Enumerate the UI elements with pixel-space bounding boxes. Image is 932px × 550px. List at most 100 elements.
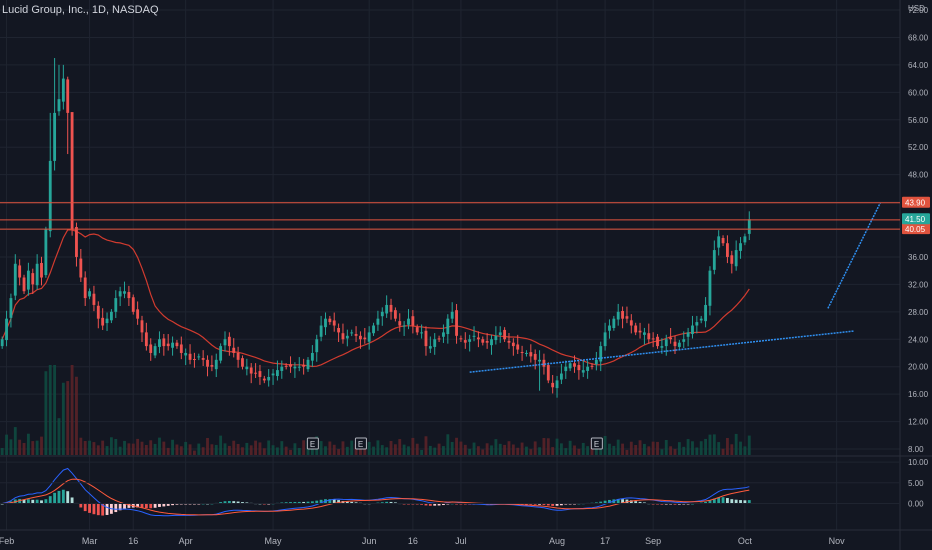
candle-body xyxy=(201,358,205,360)
volume-bar xyxy=(407,446,410,455)
candle-body xyxy=(96,305,100,319)
candle-body xyxy=(57,99,61,112)
candle-body xyxy=(188,353,192,360)
candle-body xyxy=(245,366,249,370)
candle-body xyxy=(53,112,57,161)
volume-bar xyxy=(481,449,485,455)
volume-bar xyxy=(472,442,476,455)
candle-body xyxy=(573,363,576,367)
volume-bar xyxy=(433,447,437,455)
earnings-marker-label: E xyxy=(594,440,599,449)
volume-bar xyxy=(18,439,22,455)
volume-bar xyxy=(149,440,153,455)
candle-body xyxy=(516,344,520,350)
volume-bar xyxy=(302,440,306,455)
volume-bar xyxy=(179,446,183,455)
candle-body xyxy=(599,346,603,362)
volume-bar xyxy=(459,441,463,455)
candle-body xyxy=(743,236,747,243)
candle-body xyxy=(695,322,699,326)
volume-bar xyxy=(31,441,35,455)
volume-bar xyxy=(341,441,345,455)
candle-body xyxy=(48,160,52,232)
volume-bar xyxy=(249,445,253,455)
volume-bar xyxy=(35,440,39,455)
candle-body xyxy=(629,320,633,326)
volume-bar xyxy=(664,440,668,455)
volume-bar xyxy=(428,445,432,455)
macd-histogram-bar xyxy=(61,489,65,504)
candle-body xyxy=(127,292,131,299)
volume-bar xyxy=(498,443,502,455)
candle-body xyxy=(297,366,301,368)
candle-body xyxy=(538,359,541,362)
macd-histogram-bar xyxy=(149,503,153,509)
x-axis-tick-label: 16 xyxy=(128,536,138,546)
volume-bar xyxy=(241,447,244,455)
candle-body xyxy=(380,311,384,317)
y-axis-tick-label: 60.00 xyxy=(908,88,929,97)
volume-bar xyxy=(503,444,507,455)
earnings-marker-label: E xyxy=(358,440,363,449)
chart-canvas[interactable]: 72.0068.0064.0060.0056.0052.0048.0044.00… xyxy=(0,0,932,550)
candle-body xyxy=(254,372,258,374)
volume-bar xyxy=(162,441,166,455)
candle-body xyxy=(328,318,332,323)
volume-bar xyxy=(293,443,297,455)
candle xyxy=(22,274,26,294)
volume-bar xyxy=(468,448,472,455)
volume-bar xyxy=(568,440,572,455)
candle-body xyxy=(214,359,218,370)
volume-bar xyxy=(184,441,188,455)
macd-histogram-bar xyxy=(92,503,96,515)
volume-bar xyxy=(695,447,699,455)
volume-bar xyxy=(402,444,406,455)
volume-bar xyxy=(393,444,397,455)
volume-bar xyxy=(262,448,266,455)
volume-bar xyxy=(201,447,205,455)
volume-bar xyxy=(490,445,493,455)
volume-bar xyxy=(677,442,681,455)
candle-body xyxy=(669,337,673,340)
volume-bar xyxy=(625,449,629,455)
candle-body xyxy=(184,352,188,356)
candle-body xyxy=(372,325,375,334)
volume-bar xyxy=(730,444,734,455)
volume-bar xyxy=(40,436,43,455)
candle-body xyxy=(594,359,598,365)
volume-bar xyxy=(83,441,87,455)
candle-body xyxy=(568,363,572,369)
candle-body xyxy=(498,332,502,335)
candle-body xyxy=(608,325,611,331)
candle-body xyxy=(734,250,738,267)
volume-bar xyxy=(485,443,489,455)
candle-body xyxy=(293,366,297,369)
candle-body xyxy=(721,238,725,244)
volume-bar xyxy=(450,442,454,455)
volume-bar xyxy=(48,365,52,455)
candle xyxy=(44,226,48,278)
x-axis-tick-label: Nov xyxy=(829,536,846,546)
macd-histogram-bar xyxy=(96,503,100,516)
candle-body xyxy=(166,343,170,347)
candle-body xyxy=(393,310,397,319)
candle-body xyxy=(455,310,458,336)
candle-body xyxy=(302,365,306,367)
volume-bar xyxy=(258,442,262,455)
volume-bar xyxy=(127,443,131,455)
candle-body xyxy=(210,365,214,367)
volume-bar xyxy=(26,433,30,455)
macd-histogram-bar xyxy=(140,503,144,508)
volume-bar xyxy=(573,445,576,455)
volume-bar xyxy=(109,437,113,455)
candle-body xyxy=(367,332,371,342)
candle-body xyxy=(315,339,319,353)
candle-body xyxy=(13,263,17,296)
x-axis-tick-label: Oct xyxy=(738,536,753,546)
volume-bar xyxy=(210,444,214,455)
macd-histogram-bar xyxy=(153,503,157,508)
candle-body xyxy=(398,321,402,326)
volume-bar xyxy=(642,443,646,455)
volume-bar xyxy=(638,440,642,455)
volume-bar xyxy=(616,439,620,455)
